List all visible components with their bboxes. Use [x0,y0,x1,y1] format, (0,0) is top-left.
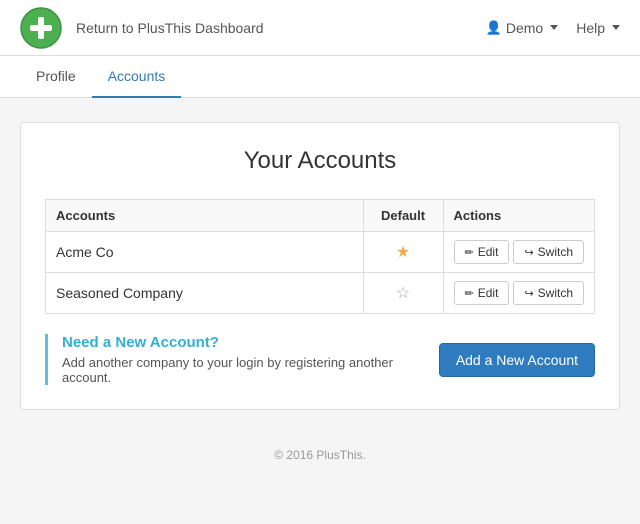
add-account-button[interactable]: Add a New Account [439,343,595,377]
user-label: Demo [506,20,543,36]
user-caret-icon [550,25,558,30]
account-default[interactable]: ☆ [363,273,443,314]
star-filled-icon: ★ [396,244,410,261]
plusthis-logo [20,7,62,49]
footer: © 2016 PlusThis. [0,434,640,476]
accounts-table: Accounts Default Actions Acme Co★✏ Edit↪… [45,199,595,314]
switch-icon: ↪ [524,287,533,300]
action-btn-group: ✏ Edit↪ Switch [454,240,584,264]
table-header-row: Accounts Default Actions [46,200,595,232]
switch-button[interactable]: ↪ Switch [513,240,584,264]
dashboard-link[interactable]: Return to PlusThis Dashboard [76,20,486,36]
account-actions: ✏ Edit↪ Switch [443,232,594,273]
switch-button[interactable]: ↪ Switch [513,281,584,305]
pencil-icon: ✏ [465,287,474,300]
account-name: Acme Co [46,232,364,273]
user-icon [486,19,502,36]
new-account-section: Need a New Account? Add another company … [45,334,595,385]
page-title: Your Accounts [45,147,595,175]
help-caret-icon [612,25,620,30]
tab-accounts[interactable]: Accounts [92,56,182,98]
pencil-icon: ✏ [465,246,474,259]
new-account-description: Add another company to your login by reg… [62,355,439,385]
help-menu[interactable]: Help [576,20,620,36]
star-empty-icon: ☆ [396,285,410,302]
col-header-default: Default [363,200,443,232]
col-header-accounts: Accounts [46,200,364,232]
user-menu[interactable]: Demo [486,19,559,36]
table-row: Seasoned Company ☆ ✏ Edit↪ Switch [46,273,595,314]
switch-icon: ↪ [524,246,533,259]
new-account-heading: Need a New Account? [62,334,439,351]
header-actions: Demo Help [486,19,620,36]
edit-button[interactable]: ✏ Edit [454,281,510,305]
account-default[interactable]: ★ [363,232,443,273]
edit-button[interactable]: ✏ Edit [454,240,510,264]
help-label: Help [576,20,605,36]
action-btn-group: ✏ Edit↪ Switch [454,281,584,305]
header: Return to PlusThis Dashboard Demo Help [0,0,640,56]
tab-profile[interactable]: Profile [20,56,92,98]
accounts-card: Your Accounts Accounts Default Actions A… [20,122,620,410]
tab-bar: Profile Accounts [0,56,640,98]
col-header-actions: Actions [443,200,594,232]
table-row: Acme Co ★ ✏ Edit↪ Switch [46,232,595,273]
new-account-text: Need a New Account? Add another company … [62,334,439,385]
account-actions: ✏ Edit↪ Switch [443,273,594,314]
main-content: Your Accounts Accounts Default Actions A… [0,98,640,434]
account-name: Seasoned Company [46,273,364,314]
copyright: © 2016 PlusThis. [274,448,366,462]
